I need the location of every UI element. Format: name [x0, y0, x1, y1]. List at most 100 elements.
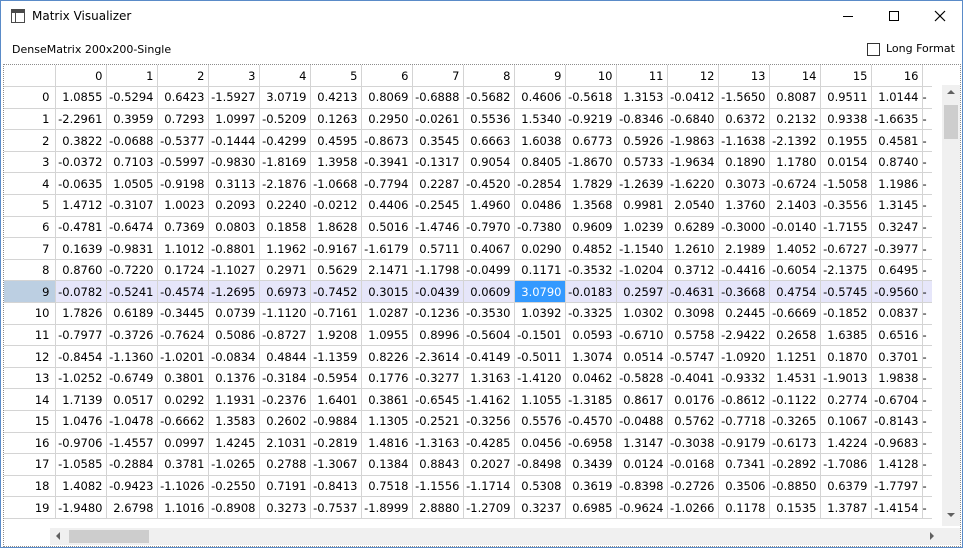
matrix-cell[interactable]: 1.3147 [616, 432, 668, 455]
matrix-cell[interactable]: 1.0144 [871, 86, 923, 109]
matrix-cell[interactable]: 0.7518 [361, 475, 413, 498]
matrix-cell[interactable]: 0.3701 [871, 345, 923, 368]
matrix-cell[interactable]: 0.1955 [820, 129, 872, 152]
matrix-cell[interactable]: -0.2726 [667, 475, 719, 498]
matrix-cell[interactable]: -0.1444 [208, 129, 260, 152]
column-header[interactable]: 5 [310, 65, 362, 88]
vertical-scroll-thumb[interactable] [944, 105, 958, 139]
matrix-cell[interactable]: -0.0261 [412, 108, 464, 131]
row-header[interactable]: 8 [4, 259, 56, 282]
matrix-cell[interactable]: 0.6423 [157, 86, 209, 109]
matrix-cell[interactable]: 1.3145 [871, 194, 923, 217]
matrix-cell[interactable]: -2.1375 [820, 259, 872, 282]
matrix-cell[interactable]: -1.1540 [616, 237, 668, 260]
matrix-cell[interactable]: 1.4245 [208, 432, 260, 455]
maximize-button[interactable] [871, 1, 917, 32]
matrix-cell[interactable]: -0.5294 [106, 86, 158, 109]
matrix-cell[interactable]: -0.6704 [871, 388, 923, 411]
matrix-cell[interactable]: -0.7452 [310, 280, 362, 304]
matrix-cell[interactable]: -0.2545 [412, 194, 464, 217]
matrix-cell[interactable]: -0.9560 [871, 280, 923, 304]
matrix-cell[interactable]: 0.3439 [565, 453, 617, 476]
matrix-cell[interactable]: -0.5745 [820, 280, 872, 304]
matrix-cell[interactable]: 0.2093 [208, 194, 260, 217]
matrix-cell[interactable]: 1.1251 [769, 345, 821, 368]
matrix-cell[interactable]: 0.1171 [514, 259, 566, 282]
matrix-cell[interactable]: -2.1876 [259, 172, 311, 196]
matrix-cell[interactable]: -0.5377 [157, 129, 209, 152]
matrix-cell[interactable]: 0.4595 [310, 129, 362, 152]
matrix-cell[interactable]: 0.6379 [820, 475, 872, 498]
matrix-cell[interactable]: 0.9054 [463, 151, 515, 174]
matrix-cell[interactable]: -0.1122 [769, 388, 821, 411]
matrix-cell[interactable]: 0.7369 [157, 216, 209, 239]
matrix-cell[interactable]: -0.7977 [55, 324, 107, 347]
matrix-cell[interactable]: 2.1031 [259, 432, 311, 455]
matrix-cell[interactable]: -2.9422 [718, 324, 770, 347]
matrix-cell[interactable]: 0.9511 [820, 86, 872, 109]
matrix-cell[interactable]: -0.8143 [871, 410, 923, 433]
matrix-cell[interactable]: 0.4581 [871, 129, 923, 152]
column-header[interactable]: 1 [106, 65, 158, 88]
row-header[interactable]: 2 [4, 129, 56, 152]
row-header[interactable]: 1 [4, 108, 56, 131]
matrix-cell[interactable]: 1.0855 [55, 86, 107, 109]
matrix-cell[interactable]: -0.5209 [259, 108, 311, 131]
column-header[interactable]: 4 [259, 65, 311, 88]
matrix-cell[interactable]: -1.3067 [310, 453, 362, 476]
long-format-checkbox[interactable] [867, 43, 880, 56]
matrix-cell[interactable]: -0.6958 [565, 432, 617, 455]
matrix-cell[interactable]: -0.5954 [310, 367, 362, 390]
matrix-cell[interactable]: -0.7624 [157, 324, 209, 347]
matrix-cell[interactable]: 2.8880 [412, 496, 464, 519]
matrix-cell[interactable]: 2.1403 [769, 194, 821, 217]
matrix-cell[interactable]: 0.9338 [820, 108, 872, 131]
matrix-cell[interactable]: 0.6516 [871, 324, 923, 347]
matrix-cell[interactable]: -0.3977 [871, 237, 923, 260]
matrix-cell[interactable]: 0.5308 [514, 475, 566, 498]
matrix-cell[interactable]: -0.3184 [259, 367, 311, 390]
row-header[interactable]: 0 [4, 86, 56, 109]
matrix-cell[interactable]: -0.6727 [820, 237, 872, 260]
scroll-left-arrow-icon[interactable] [56, 532, 60, 540]
matrix-cell[interactable]: 0.0290 [514, 237, 566, 260]
matrix-cell[interactable]: -1.0252 [55, 367, 107, 390]
matrix-cell[interactable]: 0.4754 [769, 280, 821, 304]
matrix-cell[interactable]: -0.3941 [361, 151, 413, 174]
row-header[interactable]: 15 [4, 410, 56, 433]
matrix-cell[interactable]: 0.3247 [871, 216, 923, 239]
matrix-cell[interactable]: 0.1724 [157, 259, 209, 282]
row-header[interactable]: 17 [4, 453, 56, 476]
column-header[interactable]: 6 [361, 65, 413, 88]
row-header[interactable]: 4 [4, 172, 56, 196]
column-header[interactable]: 16 [871, 65, 923, 88]
matrix-cell[interactable]: -1.6635 [871, 108, 923, 131]
matrix-cell[interactable]: -0.5241 [106, 280, 158, 304]
matrix-cell[interactable]: 1.7826 [55, 302, 107, 325]
matrix-cell[interactable]: -2.3614 [412, 345, 464, 368]
matrix-cell[interactable]: -0.7537 [310, 496, 362, 519]
matrix-cell[interactable]: 0.0517 [106, 388, 158, 411]
matrix-cell[interactable]: -0.7380 [514, 216, 566, 239]
matrix-cell[interactable]: -0.0782 [55, 280, 107, 304]
matrix-cell[interactable]: 0.4606 [514, 86, 566, 109]
matrix-cell[interactable]: -0.8673 [361, 129, 413, 152]
matrix-cell[interactable]: 0.8617 [616, 388, 668, 411]
matrix-cell[interactable]: 1.0287 [361, 302, 413, 325]
matrix-cell[interactable]: -0.9219 [565, 108, 617, 131]
matrix-cell[interactable]: -0.7718 [718, 410, 770, 433]
matrix-cell[interactable]: -0.2521 [412, 410, 464, 433]
matrix-cell[interactable]: 0.0462 [565, 367, 617, 390]
matrix-cell[interactable]: -1.1359 [310, 345, 362, 368]
matrix-cell[interactable]: 1.3568 [565, 194, 617, 217]
matrix-cell[interactable]: 0.5762 [667, 410, 719, 433]
matrix-cell[interactable]: 0.6495 [871, 259, 923, 282]
matrix-cell[interactable]: 1.1305 [361, 410, 413, 433]
matrix-cell[interactable]: -0.3256 [463, 410, 515, 433]
matrix-cell[interactable]: 1.1780 [769, 151, 821, 174]
row-header[interactable]: 11 [4, 324, 56, 347]
row-header[interactable]: 7 [4, 237, 56, 260]
matrix-cell[interactable]: 1.4531 [769, 367, 821, 390]
matrix-cell[interactable]: -0.3530 [463, 302, 515, 325]
matrix-cell[interactable]: -1.6220 [667, 172, 719, 196]
